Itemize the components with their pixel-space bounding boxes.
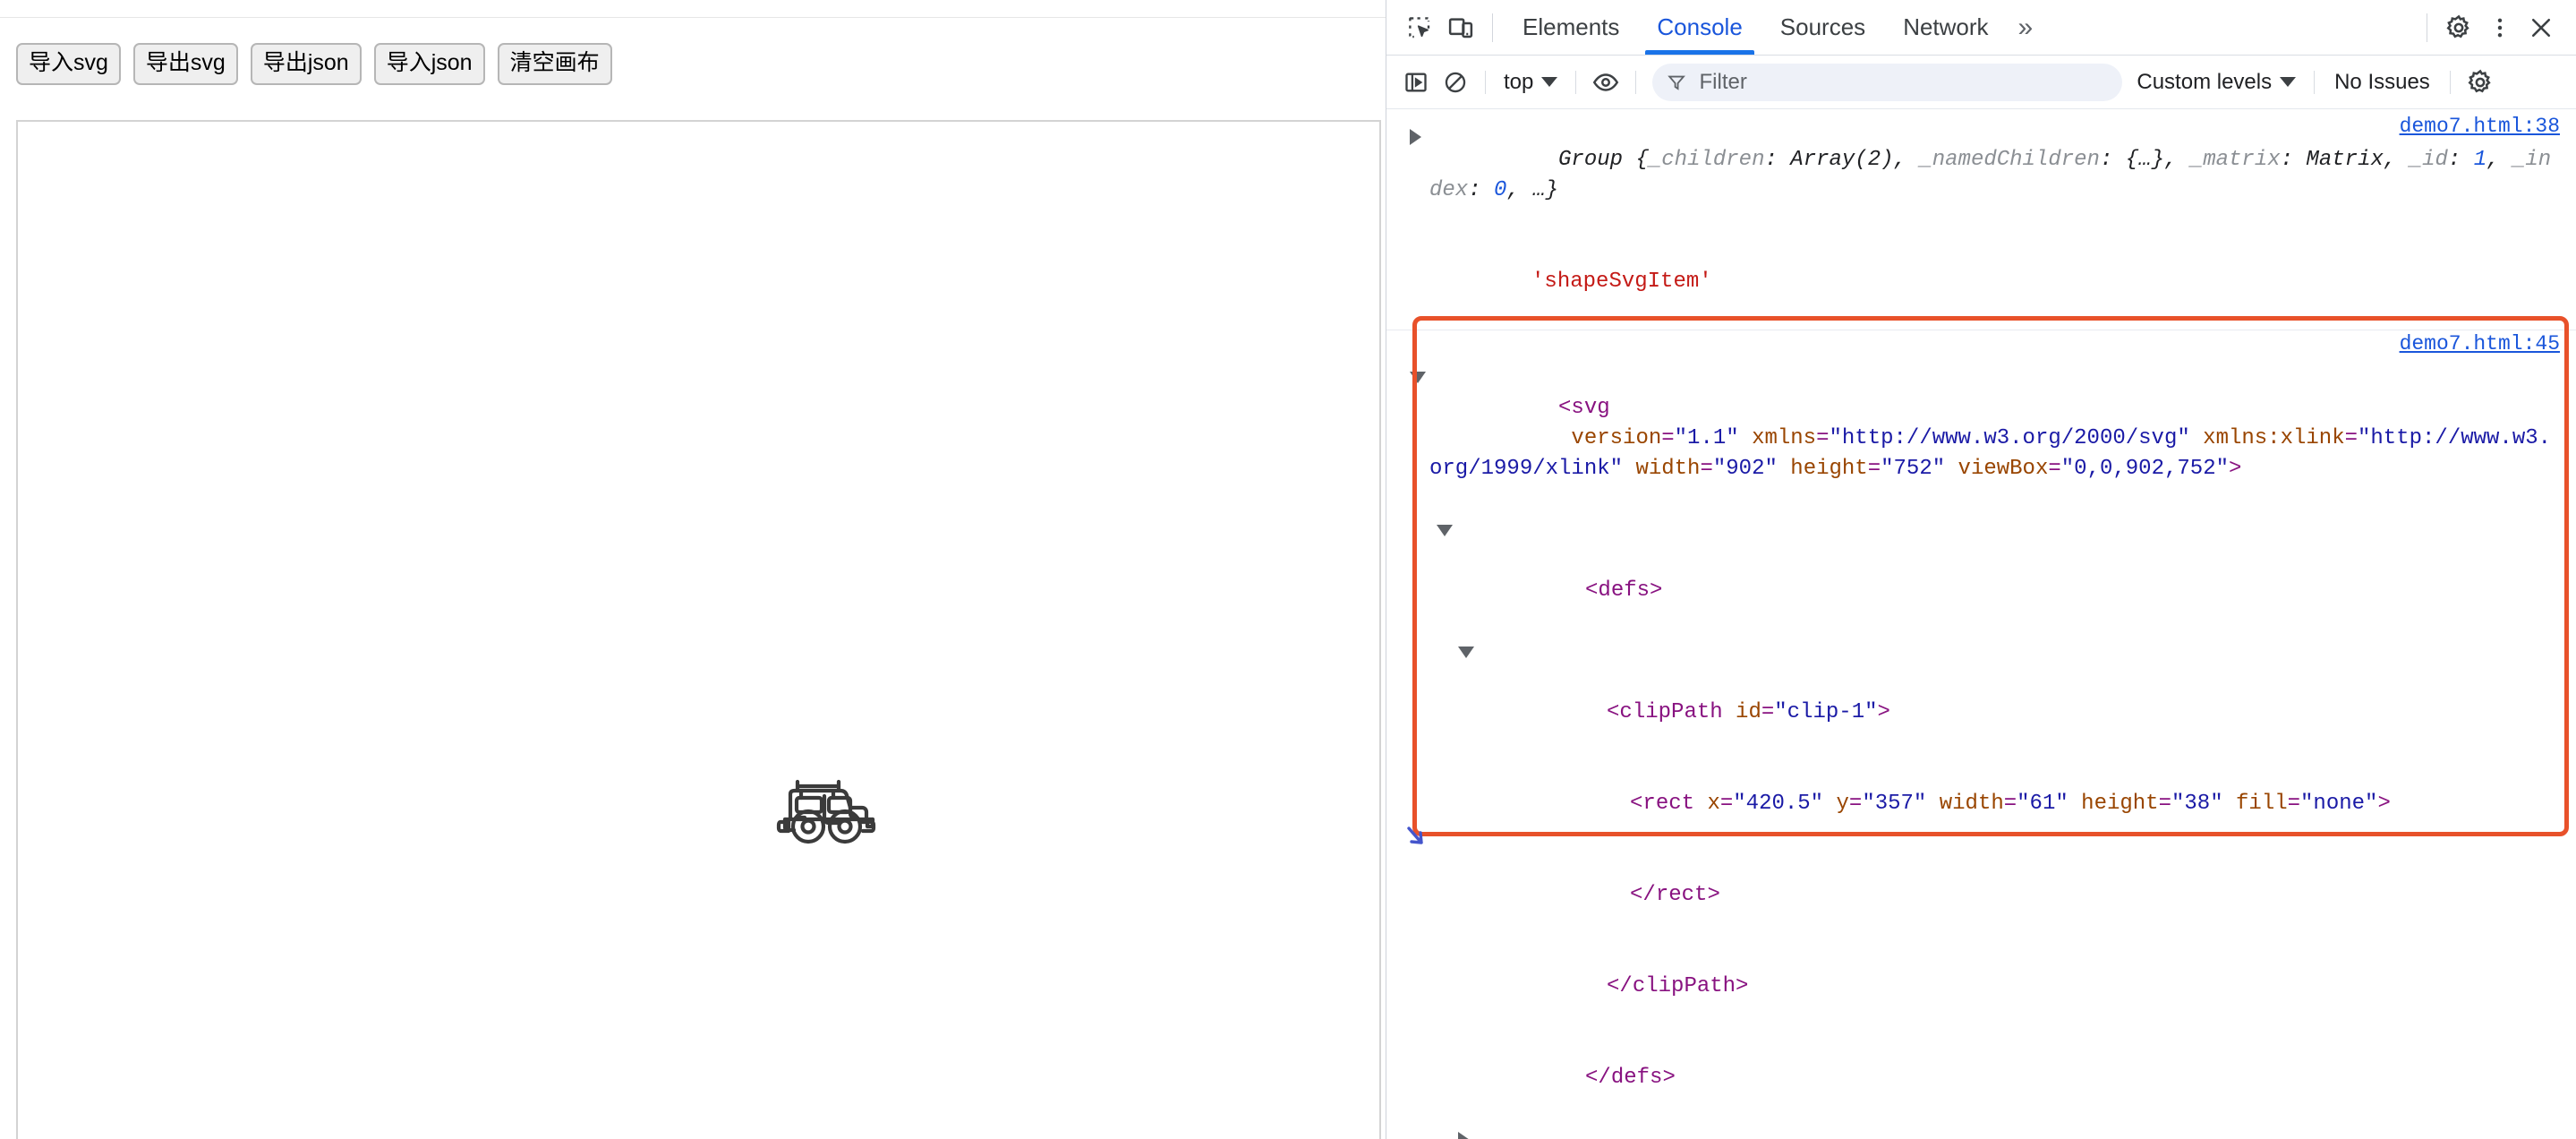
chevron-down-icon-levels — [2280, 77, 2297, 87]
object-key-3: _matrix — [2189, 148, 2281, 172]
svg-rect-line: <rect x="420.5" y="357" width="61" heigh… — [1630, 792, 2391, 816]
svg-defs-close-line: </defs> — [1585, 1066, 1676, 1090]
console-string-message: 'shapeSvgItem' — [1403, 236, 2560, 328]
settings-gear-icon[interactable] — [2438, 7, 2479, 48]
object-value-5: 0 — [1494, 178, 1507, 202]
collapse-defs-triangle-icon[interactable] — [1437, 525, 1453, 536]
console-toolbar-divider-1 — [1485, 70, 1486, 94]
tab-network[interactable]: Network — [1884, 0, 2007, 55]
console-settings-gear-icon[interactable] — [2461, 64, 2499, 101]
execution-context-label: top — [1504, 69, 1534, 94]
svg-rect-close-line: </rect> — [1630, 883, 1720, 907]
execution-context-selector[interactable]: top — [1497, 66, 1565, 98]
collapse-svg-triangle-icon[interactable] — [1410, 372, 1426, 383]
drawing-canvas[interactable] — [16, 120, 1381, 1139]
console-message-svg-node[interactable]: demo7.html:45 <svg version="1.1" xmlns="… — [1386, 330, 2576, 1139]
object-key-1: _children — [1648, 148, 1765, 172]
web-page-content: 导入svg 导出svg 导出json 导入json 清空画布 — [0, 19, 1385, 1139]
svg-clippath-close-line: </clipPath> — [1607, 974, 1749, 998]
expand-object-triangle-icon[interactable] — [1410, 129, 1421, 145]
tabbar-divider — [1492, 13, 1493, 42]
expand-g-triangle-icon[interactable] — [1458, 1132, 1470, 1139]
object-more-ellipsis: … — [1532, 178, 1546, 202]
live-expression-eye-icon[interactable] — [1587, 64, 1625, 101]
inspect-element-icon[interactable] — [1399, 7, 1440, 48]
clear-console-icon[interactable] — [1437, 64, 1474, 101]
more-options-kebab-icon[interactable] — [2479, 7, 2521, 48]
devtools-tabbar: Elements Console Sources Network » — [1386, 0, 2576, 56]
svg-g-line: <g fill="none" fill-rule="nonzero" strok… — [1429, 1124, 2560, 1139]
object-value-1: Array(2) — [1790, 148, 1894, 172]
object-key-2: _namedChildren — [1919, 148, 2100, 172]
console-message-object[interactable]: demo7.html:38 Group {_children: Array(2)… — [1386, 109, 2576, 330]
object-class-name: Group — [1558, 148, 1624, 172]
devtools-panel: Elements Console Sources Network » top F… — [1386, 0, 2576, 1139]
object-preview-line: Group {_children: Array(2), _namedChildr… — [1429, 148, 2552, 202]
console-toolbar: top Custom levels — [1386, 56, 2576, 109]
devtools-tab-list: Elements Console Sources Network » — [1504, 0, 2042, 55]
object-value-3: Matrix — [2306, 148, 2384, 172]
svg-clippath-line: <clipPath id="clip-1"> — [1429, 637, 2560, 758]
console-source-link-2[interactable]: demo7.html:45 — [2400, 332, 2560, 355]
object-value-4: 1 — [2473, 148, 2487, 172]
app-toolbar: 导入svg 导出svg 导出json 导入json 清空画布 — [16, 43, 612, 85]
devtools-tabbar-actions — [2416, 7, 2562, 48]
console-message-list[interactable]: demo7.html:38 Group {_children: Array(2)… — [1386, 109, 2576, 1139]
filter-funnel-icon — [1668, 75, 1686, 90]
console-toolbar-divider-4 — [2314, 70, 2316, 94]
collapse-clippath-triangle-icon[interactable] — [1458, 647, 1474, 658]
tab-elements[interactable]: Elements — [1504, 0, 1638, 55]
jeep-car-icon[interactable] — [774, 771, 889, 853]
svg-defs-line: <defs> — [1429, 515, 2560, 637]
device-toolbar-icon[interactable] — [1440, 7, 1481, 48]
svg-open-tag-line: <svg version="1.1" xmlns="http://www.w3.… — [1429, 396, 2552, 481]
tab-sources[interactable]: Sources — [1761, 0, 1884, 55]
import-svg-button[interactable]: 导入svg — [16, 43, 121, 85]
object-key-4: _id — [2409, 148, 2448, 172]
tab-console[interactable]: Console — [1638, 0, 1761, 55]
console-source-link-1[interactable]: demo7.html:38 — [2400, 115, 2560, 138]
console-toolbar-divider-3 — [1635, 70, 1637, 94]
object-value-2: {…} — [2125, 148, 2164, 172]
log-levels-selector[interactable]: Custom levels — [2129, 66, 2303, 98]
clear-canvas-button[interactable]: 清空画布 — [497, 43, 612, 85]
console-toolbar-divider-5 — [2449, 70, 2451, 94]
log-levels-label: Custom levels — [2137, 69, 2273, 94]
import-json-button[interactable]: 导入json — [373, 43, 485, 85]
console-toolbar-divider-2 — [1575, 70, 1577, 94]
issues-counter[interactable]: No Issues — [2325, 66, 2439, 98]
export-svg-button[interactable]: 导出svg — [132, 43, 238, 85]
console-filter-box[interactable] — [1652, 63, 2123, 101]
screen: 导入svg 导出svg 导出json 导入json 清空画布 Elements … — [0, 0, 2576, 1139]
more-tabs-chevron-icon[interactable]: » — [2008, 0, 2043, 55]
export-json-button[interactable]: 导出json — [250, 43, 362, 85]
string-value: 'shapeSvgItem' — [1531, 270, 1712, 294]
close-devtools-icon[interactable] — [2521, 7, 2562, 48]
chevron-down-icon — [1541, 77, 1558, 87]
console-filter-input[interactable] — [1697, 68, 2109, 96]
console-sidebar-toggle-icon[interactable] — [1397, 64, 1435, 101]
